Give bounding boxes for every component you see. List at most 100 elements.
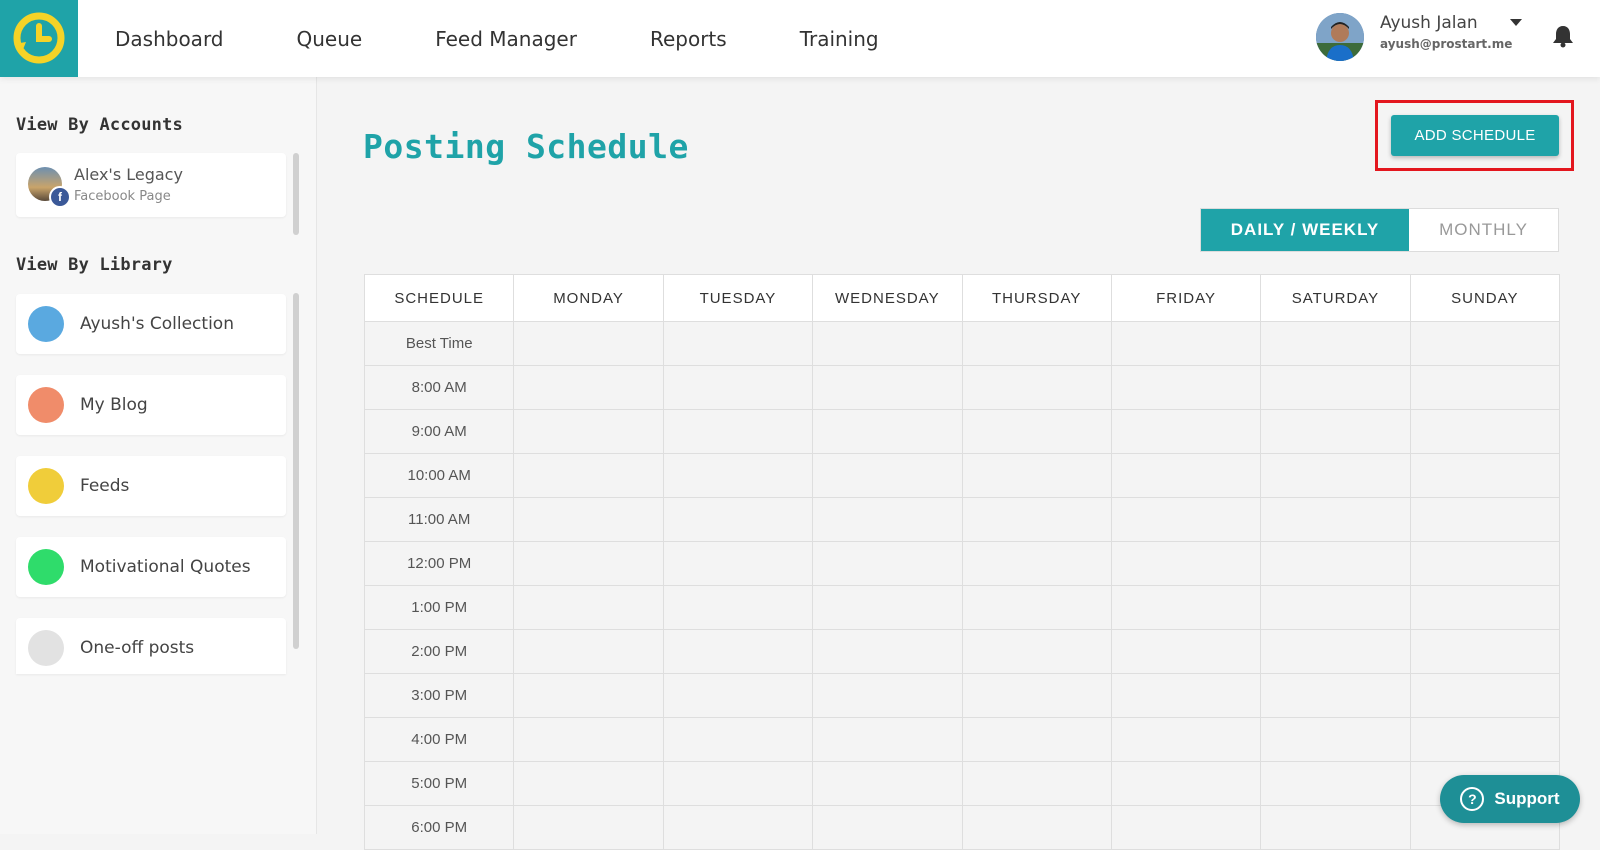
library-item-motivational-quotes[interactable]: Motivational Quotes: [16, 537, 286, 597]
schedule-cell[interactable]: [961, 541, 1112, 586]
schedule-cell[interactable]: [1260, 761, 1411, 806]
schedule-cell[interactable]: [1409, 365, 1561, 410]
schedule-cell[interactable]: [662, 629, 814, 674]
toggle-monthly[interactable]: MONTHLY: [1409, 209, 1558, 251]
schedule-cell[interactable]: [961, 321, 1112, 366]
schedule-cell[interactable]: [1260, 365, 1411, 410]
schedule-cell[interactable]: [513, 717, 664, 762]
schedule-cell[interactable]: [812, 453, 963, 498]
schedule-cell[interactable]: [1110, 673, 1262, 718]
schedule-cell[interactable]: [1409, 541, 1561, 586]
schedule-cell[interactable]: [1409, 409, 1561, 454]
nav-dashboard[interactable]: Dashboard: [115, 27, 224, 51]
schedule-cell[interactable]: [1409, 497, 1561, 542]
toggle-daily-weekly[interactable]: DAILY / WEEKLY: [1201, 209, 1409, 251]
schedule-cell[interactable]: [1110, 629, 1262, 674]
schedule-cell[interactable]: [662, 321, 814, 366]
library-item-one-off-posts[interactable]: One-off posts: [16, 618, 286, 674]
schedule-cell[interactable]: [961, 805, 1112, 850]
schedule-cell[interactable]: [513, 541, 664, 586]
schedule-cell[interactable]: [961, 761, 1112, 806]
chevron-down-icon[interactable]: [1510, 19, 1522, 26]
account-card[interactable]: f Alex's Legacy Facebook Page: [16, 153, 286, 217]
schedule-cell[interactable]: [662, 453, 814, 498]
schedule-cell[interactable]: [1110, 453, 1262, 498]
schedule-cell[interactable]: [1110, 321, 1262, 366]
schedule-cell[interactable]: [513, 629, 664, 674]
accounts-scrollbar[interactable]: [293, 153, 299, 235]
schedule-cell[interactable]: [513, 805, 664, 850]
schedule-cell[interactable]: [513, 673, 664, 718]
schedule-cell[interactable]: [513, 409, 664, 454]
schedule-cell[interactable]: [1110, 585, 1262, 630]
schedule-cell[interactable]: [1260, 321, 1411, 366]
schedule-cell[interactable]: [662, 673, 814, 718]
schedule-cell[interactable]: [1260, 673, 1411, 718]
schedule-cell[interactable]: [1260, 453, 1411, 498]
user-name[interactable]: Ayush Jalan: [1380, 13, 1478, 33]
library-item-feeds[interactable]: Feeds: [16, 456, 286, 516]
schedule-cell[interactable]: [961, 585, 1112, 630]
schedule-cell[interactable]: [812, 805, 963, 850]
library-item-my-blog[interactable]: My Blog: [16, 375, 286, 435]
schedule-cell[interactable]: [1110, 717, 1262, 762]
schedule-cell[interactable]: [1260, 497, 1411, 542]
schedule-cell[interactable]: [513, 321, 664, 366]
schedule-cell[interactable]: [812, 717, 963, 762]
library-item-ayushs-collection[interactable]: Ayush's Collection: [16, 294, 286, 354]
schedule-cell[interactable]: [513, 453, 664, 498]
nav-queue[interactable]: Queue: [297, 27, 363, 51]
schedule-cell[interactable]: [1409, 673, 1561, 718]
schedule-cell[interactable]: [812, 409, 963, 454]
schedule-cell[interactable]: [961, 673, 1112, 718]
schedule-cell[interactable]: [812, 497, 963, 542]
nav-reports[interactable]: Reports: [650, 27, 727, 51]
schedule-cell[interactable]: [662, 365, 814, 410]
schedule-cell[interactable]: [662, 409, 814, 454]
schedule-cell[interactable]: [961, 717, 1112, 762]
schedule-cell[interactable]: [812, 321, 963, 366]
schedule-cell[interactable]: [812, 365, 963, 410]
support-button[interactable]: ? Support: [1440, 775, 1580, 823]
schedule-cell[interactable]: [1110, 541, 1262, 586]
schedule-cell[interactable]: [1260, 409, 1411, 454]
schedule-cell[interactable]: [1260, 717, 1411, 762]
schedule-cell[interactable]: [1260, 805, 1411, 850]
schedule-cell[interactable]: [961, 497, 1112, 542]
schedule-cell[interactable]: [1260, 585, 1411, 630]
nav-feed-manager[interactable]: Feed Manager: [435, 27, 577, 51]
schedule-cell[interactable]: [1110, 805, 1262, 850]
schedule-cell[interactable]: [1409, 453, 1561, 498]
schedule-cell[interactable]: [812, 761, 963, 806]
schedule-cell[interactable]: [961, 365, 1112, 410]
schedule-cell[interactable]: [513, 365, 664, 410]
schedule-cell[interactable]: [662, 761, 814, 806]
schedule-cell[interactable]: [812, 585, 963, 630]
schedule-cell[interactable]: [812, 541, 963, 586]
schedule-cell[interactable]: [1260, 629, 1411, 674]
user-avatar[interactable]: [1316, 13, 1364, 61]
schedule-cell[interactable]: [1409, 629, 1561, 674]
schedule-cell[interactable]: [961, 409, 1112, 454]
schedule-cell[interactable]: [1409, 717, 1561, 762]
schedule-cell[interactable]: [662, 497, 814, 542]
schedule-cell[interactable]: [1110, 497, 1262, 542]
library-scrollbar[interactable]: [293, 293, 299, 649]
schedule-cell[interactable]: [662, 717, 814, 762]
schedule-cell[interactable]: [1409, 321, 1561, 366]
schedule-cell[interactable]: [662, 805, 814, 850]
schedule-cell[interactable]: [961, 453, 1112, 498]
bell-icon[interactable]: [1552, 24, 1574, 52]
schedule-cell[interactable]: [812, 673, 963, 718]
schedule-cell[interactable]: [513, 497, 664, 542]
nav-training[interactable]: Training: [800, 27, 879, 51]
schedule-cell[interactable]: [1409, 585, 1561, 630]
schedule-cell[interactable]: [812, 629, 963, 674]
schedule-cell[interactable]: [662, 541, 814, 586]
schedule-cell[interactable]: [662, 585, 814, 630]
schedule-cell[interactable]: [961, 629, 1112, 674]
schedule-cell[interactable]: [1110, 409, 1262, 454]
app-logo[interactable]: [0, 0, 78, 77]
schedule-cell[interactable]: [513, 585, 664, 630]
schedule-cell[interactable]: [1110, 365, 1262, 410]
